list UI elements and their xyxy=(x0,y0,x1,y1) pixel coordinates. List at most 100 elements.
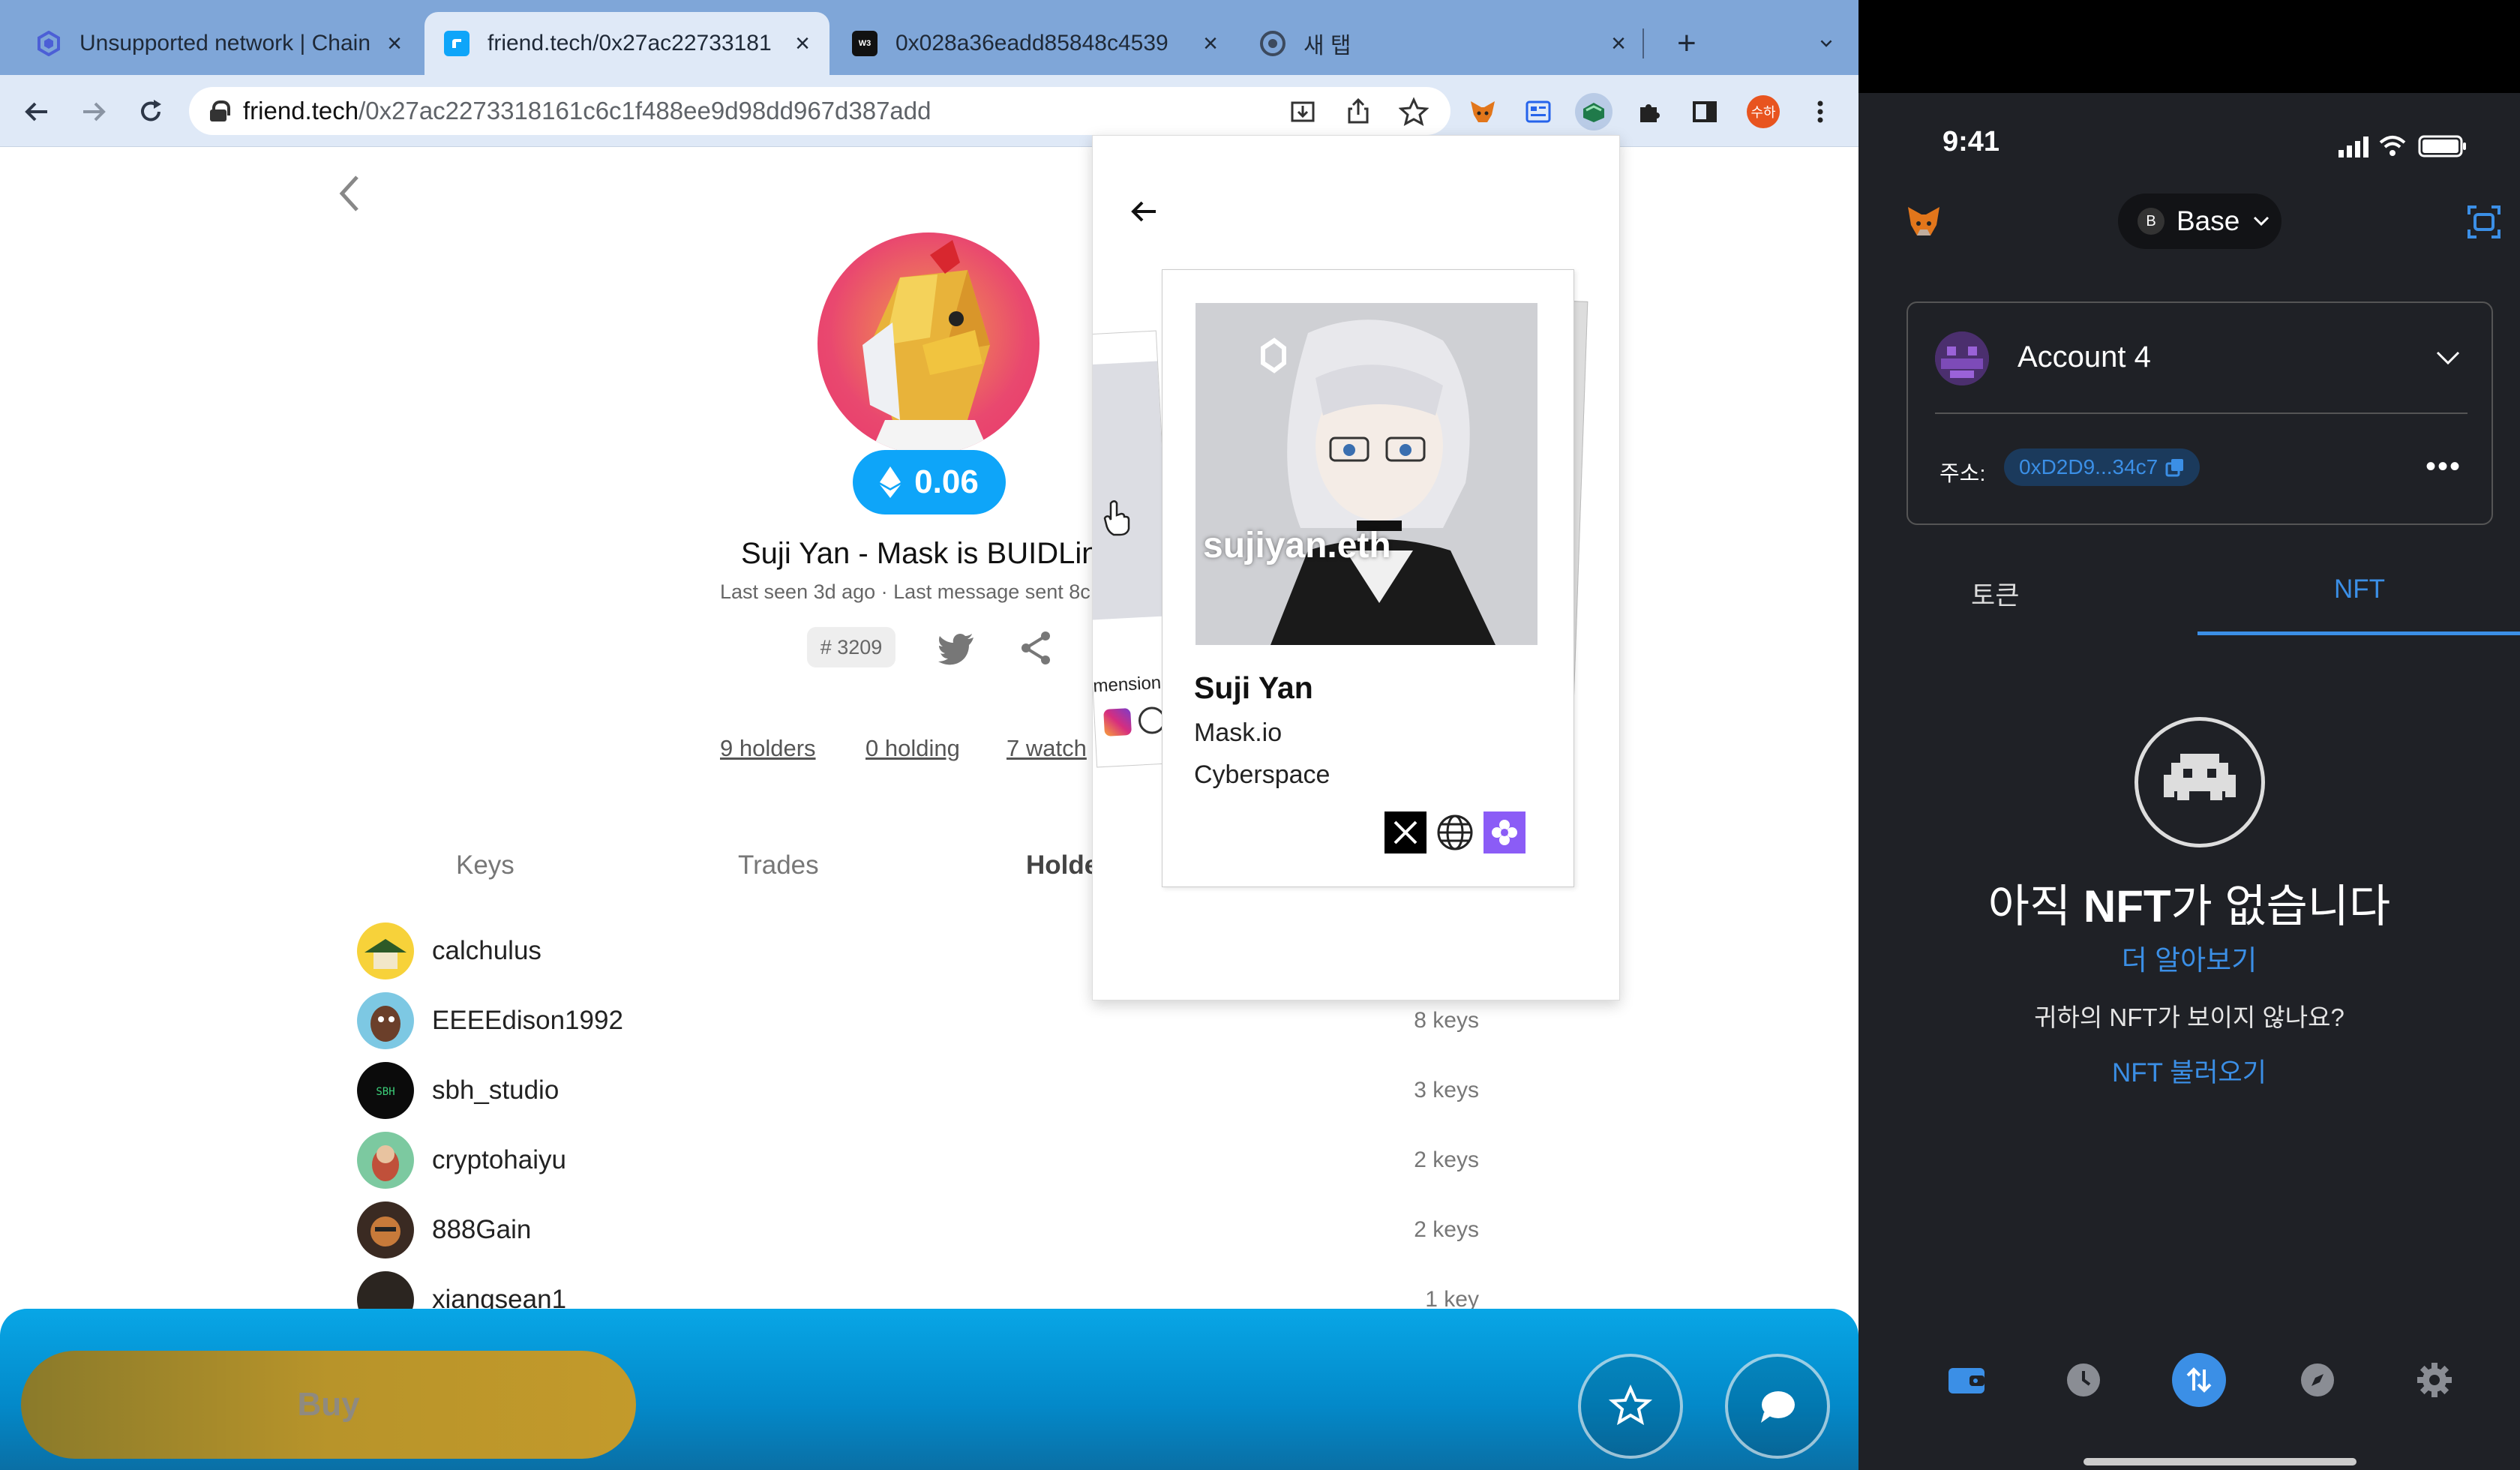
forward-button[interactable] xyxy=(75,93,112,130)
tab-label: 0x028a36eadd85848c4539 xyxy=(896,31,1168,56)
chevron-down-icon[interactable] xyxy=(2433,342,2463,372)
instagram-icon xyxy=(1103,708,1132,736)
close-icon[interactable]: × xyxy=(387,29,402,58)
home-indicator[interactable] xyxy=(2084,1458,2356,1466)
profile-card[interactable]: sujiyan.eth Suji Yan Mask.io Cyberspace xyxy=(1162,269,1574,887)
empty-title-bold: NFT xyxy=(2083,881,2171,932)
reload-button[interactable] xyxy=(132,93,170,130)
side-panel-icon[interactable] xyxy=(1686,93,1724,130)
network-name: Base xyxy=(2176,206,2240,236)
tab-label: Unsupported network | Chain xyxy=(80,31,371,56)
extensions-puzzle-icon[interactable] xyxy=(1630,93,1668,130)
tab-search-button[interactable] xyxy=(1800,12,1852,75)
network-selector[interactable]: B Base xyxy=(2118,194,2282,249)
tab-unsupported-network[interactable]: Unsupported network | Chain × xyxy=(16,12,422,75)
lock-icon xyxy=(210,100,230,122)
close-icon[interactable]: × xyxy=(795,29,810,58)
card-organization: Mask.io xyxy=(1194,718,1282,747)
tab-tokens[interactable]: 토큰 xyxy=(1971,574,2019,613)
key-price-badge: 0.06 xyxy=(853,450,1006,514)
address-copy-chip[interactable]: 0xD2D9...34c7 xyxy=(2004,448,2200,486)
url-host: friend.tech xyxy=(243,97,359,124)
close-icon[interactable]: × xyxy=(1611,29,1626,58)
holder-name: cryptohaiyu xyxy=(432,1145,566,1174)
key-price: 0.06 xyxy=(914,464,979,500)
address-bar[interactable]: friend.tech/0x27ac2273318161c6c1f488ee9d… xyxy=(189,87,1450,135)
holding-link[interactable]: 0 holding xyxy=(866,735,960,762)
address-label: 주소: xyxy=(1940,462,1986,486)
nft-placeholder-icon xyxy=(2134,717,2265,848)
browser-window: Unsupported network | Chain × friend.tec… xyxy=(0,0,1858,1470)
holder-row[interactable]: SBH sbh_studio 3 keys xyxy=(357,1060,1479,1120)
empty-title-pre: 아직 xyxy=(1988,881,2084,932)
new-tab-button[interactable]: + xyxy=(1658,12,1710,75)
scan-qr-icon[interactable] xyxy=(2466,204,2502,240)
web3bio-icon: W3 xyxy=(852,31,878,56)
back-chevron-icon[interactable] xyxy=(336,171,363,226)
holder-name: sbh_studio xyxy=(432,1076,560,1105)
tab-trades[interactable]: Trades xyxy=(738,850,819,880)
avatar xyxy=(357,992,414,1049)
star-icon xyxy=(1608,1384,1653,1426)
ens-name: sujiyan.eth xyxy=(1203,526,1391,566)
arrow-left-icon xyxy=(25,102,47,122)
wifi-icon xyxy=(2379,136,2406,156)
profile-last-seen: Last seen 3d ago · Last message sent 8c xyxy=(720,580,1090,603)
x-twitter-icon[interactable] xyxy=(1384,812,1426,854)
tab-new-tab[interactable]: 새 탭 × xyxy=(1240,12,1646,75)
battery-icon xyxy=(2418,135,2466,158)
bookmark-star-icon[interactable] xyxy=(1395,93,1432,130)
tab-web3bio[interactable]: W3 0x028a36eadd85848c4539 × xyxy=(832,12,1238,75)
holder-row[interactable]: 888Gain 2 keys xyxy=(357,1200,1479,1260)
clock-icon[interactable] xyxy=(2060,1356,2108,1404)
chevron-down-icon xyxy=(2254,216,2270,226)
mask-extension-icon[interactable] xyxy=(1575,93,1612,130)
install-app-icon[interactable] xyxy=(1284,93,1322,130)
watchlist-star-button[interactable] xyxy=(1578,1354,1683,1459)
kebab-menu-icon[interactable] xyxy=(1802,93,1839,130)
url-path: /0x27ac2273318161c6c1f488ee9d98dd967d387… xyxy=(358,97,932,124)
tab-strip: Unsupported network | Chain × friend.tec… xyxy=(0,0,1858,75)
more-options-icon[interactable]: ••• xyxy=(2426,450,2462,484)
avatar[interactable] xyxy=(1935,332,1989,386)
profile-avatar-image xyxy=(818,232,1040,454)
twitter-icon[interactable] xyxy=(936,627,978,669)
metamask-extension-icon[interactable] xyxy=(1464,93,1502,130)
tab-keys[interactable]: Keys xyxy=(456,850,514,880)
holders-link[interactable]: 9 holders xyxy=(720,735,816,762)
wallet-icon[interactable] xyxy=(1942,1356,1990,1404)
metamask-fox-icon[interactable] xyxy=(1905,202,1942,240)
holder-keys: 2 keys xyxy=(1414,1148,1479,1172)
profile-card-image xyxy=(1196,303,1538,645)
holder-name: EEEEdison1992 xyxy=(432,1006,623,1035)
buy-button[interactable]: Buy xyxy=(21,1351,636,1459)
settings-gear-icon[interactable] xyxy=(2410,1356,2458,1404)
compass-icon[interactable] xyxy=(2294,1356,2342,1404)
globe-icon[interactable] xyxy=(1434,812,1476,854)
share-icon[interactable] xyxy=(1016,627,1058,669)
swap-arrows-icon[interactable] xyxy=(2172,1353,2226,1407)
hexagon-icon xyxy=(36,31,62,56)
profile-avatar[interactable]: 수하 xyxy=(1744,93,1782,130)
tab-nft[interactable]: NFT xyxy=(2334,574,2385,604)
reload-icon xyxy=(141,100,161,122)
status-bar-icons xyxy=(2308,130,2481,160)
avatar xyxy=(357,922,414,980)
watchlist-link[interactable]: 7 watch xyxy=(1006,735,1087,762)
chat-button[interactable] xyxy=(1725,1354,1830,1459)
card-location: Cyberspace xyxy=(1194,760,1330,789)
learn-more-link[interactable]: 더 알아보기 xyxy=(1858,938,2520,978)
close-icon[interactable]: × xyxy=(1203,29,1218,58)
holder-row[interactable]: cryptohaiyu 2 keys xyxy=(357,1130,1479,1190)
share-page-icon[interactable] xyxy=(1340,93,1377,130)
web3bio-extension-icon[interactable] xyxy=(1520,93,1557,130)
popup-back-button[interactable] xyxy=(1129,194,1159,236)
tab-friendtech[interactable]: friend.tech/0x27ac22733181 × xyxy=(424,12,830,75)
tab-holders[interactable]: Holde xyxy=(1026,850,1099,880)
back-button[interactable] xyxy=(18,93,56,130)
friendtech-icon xyxy=(444,31,470,56)
import-nft-link[interactable]: NFT 불러오기 xyxy=(1858,1052,2520,1090)
lens-icon[interactable] xyxy=(1484,812,1526,854)
rank-chip: # 3209 xyxy=(807,627,896,668)
account-name[interactable]: Account 4 xyxy=(2018,340,2151,374)
